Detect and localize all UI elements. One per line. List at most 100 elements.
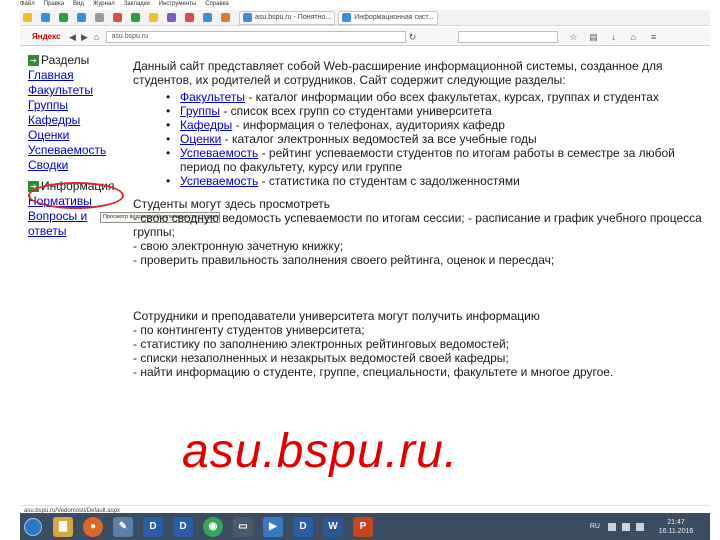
sidebar-item-main[interactable]: Главная <box>28 68 128 83</box>
menu-bookmarks[interactable]: Закладки <box>124 1 150 7</box>
sidebar-section-title: Разделы <box>41 53 90 67</box>
page-icon <box>59 13 68 22</box>
staff-heading: Сотрудники и преподаватели университета … <box>133 309 540 323</box>
video-icon[interactable]: ▶ <box>263 516 283 537</box>
students-block: Студенты могут здесь просмотреть - свою … <box>133 197 705 267</box>
site-icon <box>342 13 352 22</box>
sidebar-item-departments[interactable]: Кафедры <box>28 113 128 128</box>
search-input[interactable] <box>458 30 559 43</box>
sidebar-item-grades[interactable]: Оценки <box>28 128 128 143</box>
firefox-icon[interactable]: ● <box>83 516 103 537</box>
app-d-icon[interactable]: D <box>173 516 193 537</box>
bookmark-3[interactable] <box>56 11 74 25</box>
bookmark-7[interactable] <box>128 11 146 25</box>
link-grades[interactable]: Оценки <box>180 132 221 146</box>
network-icon[interactable] <box>622 522 630 531</box>
bookmark-2[interactable] <box>38 11 56 25</box>
page-icon <box>23 13 32 22</box>
forward-icon[interactable]: ▶ <box>78 31 90 43</box>
tab-title: asu.bspu.ru - Понятно... <box>255 14 332 21</box>
system-tray: RU 21:47 16.11.2016 <box>590 513 710 540</box>
url-input[interactable]: asu.bspu.ru <box>106 30 407 43</box>
page-icon <box>113 13 122 22</box>
tab-asu[interactable]: asu.bspu.ru - Понятно... <box>239 10 336 25</box>
star-icon[interactable]: ☆ <box>568 32 578 42</box>
intro-text: Данный сайт представляет собой Web-расши… <box>133 59 663 87</box>
word-icon[interactable]: W <box>323 516 343 537</box>
tab-title: Информационная сист... <box>354 14 434 21</box>
list-item: Кафедры - информация о телефонах, аудито… <box>166 118 705 132</box>
clock[interactable]: 21:47 16.11.2016 <box>650 518 702 536</box>
app-d-icon[interactable]: D <box>143 516 163 537</box>
link-groups[interactable]: Группы <box>180 104 220 118</box>
language-indicator[interactable]: RU <box>590 523 600 530</box>
clock-date: 16.11.2016 <box>658 527 694 535</box>
app-d-icon[interactable]: D <box>293 516 313 537</box>
students-heading: Студенты могут здесь просмотреть <box>133 197 330 211</box>
sidebar-item-faculties[interactable]: Факультеты <box>28 83 128 98</box>
menu-edit[interactable]: Правка <box>44 1 64 7</box>
list-item: Оценки - каталог электронных ведомостей … <box>166 132 705 146</box>
reload-icon[interactable]: ↻ <box>406 31 418 43</box>
bookmark-8[interactable] <box>146 11 164 25</box>
link-departments[interactable]: Кафедры <box>180 118 232 132</box>
page-icon <box>149 13 158 22</box>
bookmark-9[interactable] <box>164 11 182 25</box>
menu-icon[interactable]: ≡ <box>648 32 658 42</box>
tab-strip: asu.bspu.ru - Понятно... Информационная … <box>20 10 710 26</box>
home-icon[interactable]: ⌂ <box>628 32 638 42</box>
list-item-text: - каталог электронных ведомостей за все … <box>221 132 537 146</box>
link-faculties[interactable]: Факультеты <box>180 90 245 104</box>
bookmark-10[interactable] <box>182 11 200 25</box>
explorer-icon[interactable]: ▇ <box>53 516 73 537</box>
home-icon[interactable]: ⌂ <box>90 31 102 43</box>
bookmark-12[interactable] <box>218 11 236 25</box>
menu-help[interactable]: Справка <box>205 1 229 7</box>
address-bar: Яндекс ◀ ▶ ⌂ asu.bspu.ru ↻ ☆ ▤ ↓ ⌂ ≡ <box>20 28 710 46</box>
paint-icon[interactable]: ✎ <box>113 516 133 537</box>
sidebar-item-groups[interactable]: Группы <box>28 98 128 113</box>
staff-block: Сотрудники и преподаватели университета … <box>133 309 705 379</box>
bookmark-1[interactable] <box>20 11 38 25</box>
staff-line: - статистику по заполнению электронных р… <box>133 337 510 351</box>
chrome-icon[interactable]: ◉ <box>203 516 223 537</box>
page-icon <box>221 13 230 22</box>
page-icon <box>203 13 212 22</box>
arrow-icon: ➔ <box>28 55 39 66</box>
powerpoint-icon[interactable]: P <box>353 516 373 537</box>
bookmark-6[interactable] <box>110 11 128 25</box>
tab-info-system[interactable]: Информационная сист... <box>338 10 438 25</box>
download-icon[interactable]: ↓ <box>608 32 618 42</box>
bookmark-list-icon[interactable]: ▤ <box>588 32 598 42</box>
clock-time: 21:47 <box>667 518 685 526</box>
students-line: - свою электронную зачетную книжку; <box>133 239 344 253</box>
terminal-icon[interactable]: ▭ <box>233 516 253 537</box>
sidebar-item-progress[interactable]: Успеваемость <box>28 143 128 158</box>
menu-view[interactable]: Вид <box>73 1 84 7</box>
list-item-text: - статистика по студентам с задолженност… <box>258 174 520 188</box>
windows-taskbar: ▇ ● ✎ D D ◉ ▭ ▶ D W P RU 21:47 16.11.201… <box>20 513 710 540</box>
bookmark-4[interactable] <box>74 11 92 25</box>
students-line: - свою сводную ведомость успеваемости по… <box>133 211 702 239</box>
menu-file[interactable]: Файл <box>20 1 35 7</box>
students-line: - проверить правильность заполнения свое… <box>133 253 555 267</box>
menu-history[interactable]: Журнал <box>93 1 115 7</box>
staff-line: - по контингенту студентов университета; <box>133 323 365 337</box>
link-progress-debts[interactable]: Успеваемость <box>180 174 258 188</box>
link-progress-rating[interactable]: Успеваемость <box>180 146 258 160</box>
site-url-overlay: asu.bspu.ru. <box>182 425 459 478</box>
menu-tools[interactable]: Инструменты <box>159 1 196 7</box>
sidebar-item-summaries[interactable]: Сводки <box>28 158 128 173</box>
page-icon <box>131 13 140 22</box>
list-item: Факультеты - каталог информации обо всех… <box>166 90 705 104</box>
volume-icon[interactable] <box>636 522 644 531</box>
sidebar-item-faq[interactable]: Вопросы и ответы <box>28 209 98 239</box>
start-button[interactable] <box>24 517 42 536</box>
back-icon[interactable]: ◀ <box>66 31 78 43</box>
browser-menubar: Файл Правка Вид Журнал Закладки Инструменты Сп… <box>20 0 260 8</box>
bookmark-5[interactable] <box>92 11 110 25</box>
yandex-logo[interactable]: Яндекс <box>32 32 60 41</box>
bookmark-11[interactable] <box>200 11 218 25</box>
flag-icon[interactable] <box>608 522 616 531</box>
main-content: Данный сайт представляет собой Web-расши… <box>133 59 705 379</box>
